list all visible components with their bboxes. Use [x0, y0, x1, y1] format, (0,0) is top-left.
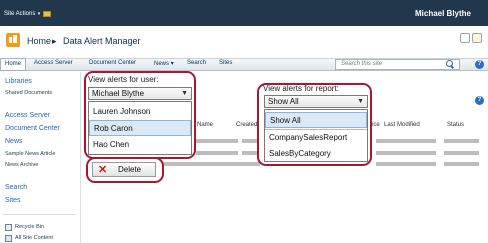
report-option-company-sales-report[interactable]: CompanySalesReport [265, 129, 367, 145]
quick-launch-divider [80, 72, 81, 243]
table-row-placeholder [196, 151, 238, 155]
report-select[interactable]: Show All ▼ [264, 95, 368, 108]
ql-shared-documents[interactable]: Shared Documents [5, 90, 52, 96]
top-nav-home[interactable]: Home [0, 58, 26, 71]
chevron-down-icon: ▾ [36, 11, 41, 17]
table-row-placeholder [376, 151, 436, 155]
navigate-up-folder-icon[interactable] [43, 11, 51, 17]
top-nav-search[interactable]: Search [187, 60, 206, 66]
ql-recycle-bin[interactable]: Recycle Bin [15, 224, 44, 230]
ql-access-server[interactable]: Access Server [5, 112, 50, 119]
top-nav-home-label: Home [5, 61, 22, 67]
site-actions-label: Site Actions [4, 11, 36, 17]
top-nav-document-center[interactable]: Document Center [89, 60, 136, 66]
top-nav-news-label: News [154, 61, 170, 67]
table-row-placeholder [376, 162, 436, 166]
table-row-placeholder [160, 162, 260, 166]
top-nav-access-server[interactable]: Access Server [34, 60, 73, 66]
tags-notes-icon[interactable] [472, 33, 482, 43]
search-input[interactable]: Search this site [335, 59, 460, 70]
user-option-label: Lauren Johnson [93, 107, 151, 116]
table-row-placeholder [444, 162, 479, 166]
user-menu[interactable]: Michael Blythe [415, 9, 471, 18]
table-row-placeholder [444, 139, 479, 143]
recycle-bin-icon [5, 224, 12, 231]
search-placeholder: Search this site [341, 61, 383, 67]
page-help-icon[interactable]: ? [475, 96, 484, 105]
ql-search[interactable]: Search [5, 184, 27, 191]
user-option-lauren-johnson[interactable]: Lauren Johnson [89, 104, 191, 120]
report-option-show-all[interactable]: Show All [265, 112, 367, 128]
user-dropdown-list: Lauren Johnson Rob Caron Hao Chen [88, 101, 192, 155]
ql-divider [3, 214, 75, 215]
user-option-label: Hao Chen [93, 140, 130, 149]
i-like-it-icon[interactable] [460, 33, 470, 43]
user-select[interactable]: Michael Blythe ▼ [88, 87, 192, 100]
search-icon[interactable] [445, 60, 455, 69]
all-site-content-icon [5, 235, 12, 242]
delete-icon: ✕ [98, 164, 108, 176]
top-nav-news[interactable]: News ▾ [154, 60, 174, 67]
report-dropdown-list: Show All CompanySalesReport SalesByCateg… [264, 109, 368, 162]
report-option-label: Show All [270, 116, 301, 125]
delete-button-label: Delete [118, 165, 142, 174]
help-icon[interactable]: ? [475, 60, 484, 69]
ql-all-site-content[interactable]: All Site Content [15, 235, 53, 241]
dropdown-arrow-icon: ▼ [181, 90, 188, 97]
report-option-sales-by-category[interactable]: SalesByCategory [265, 146, 367, 162]
report-filter-label: View alerts for report: [263, 84, 339, 93]
site-logo-icon[interactable] [6, 33, 20, 47]
column-header-status[interactable]: Status [447, 122, 464, 128]
ql-sites[interactable]: Sites [5, 197, 21, 204]
ql-sample-news-article[interactable]: Sample News Article [5, 151, 55, 157]
breadcrumb-home[interactable]: Home [27, 36, 51, 46]
user-option-rob-caron[interactable]: Rob Caron [89, 120, 191, 136]
ql-news[interactable]: News [5, 138, 23, 145]
report-select-value: Show All [268, 97, 299, 106]
ribbon: Site Actions ▾ Michael Blythe [0, 0, 488, 26]
user-name: Michael Blythe [414, 9, 471, 18]
column-header-name[interactable]: Name [197, 122, 213, 128]
user-option-label: Rob Caron [94, 124, 133, 133]
top-nav-sites[interactable]: Sites [219, 60, 232, 66]
ql-document-center[interactable]: Document Center [5, 125, 60, 132]
user-option-hao-chen[interactable]: Hao Chen [89, 137, 191, 153]
chevron-down-icon: ▾ [170, 61, 174, 67]
user-filter-label: View alerts for user: [88, 75, 159, 84]
site-actions-menu[interactable]: Site Actions ▾ [4, 11, 40, 17]
ql-news-archive[interactable]: News Archive [5, 162, 38, 168]
delete-button[interactable]: ✕ Delete [92, 162, 156, 177]
table-row-placeholder [376, 139, 436, 143]
dropdown-arrow-icon: ▼ [357, 98, 364, 105]
breadcrumb-separator-icon: ▸ [52, 36, 57, 46]
ql-libraries[interactable]: Libraries [5, 78, 32, 85]
table-row-placeholder [444, 151, 479, 155]
column-header-last-modified[interactable]: Last Modified [384, 122, 420, 128]
report-option-label: SalesByCategory [269, 149, 331, 158]
page-title: Data Alert Manager [63, 36, 141, 46]
user-select-value: Michael Blythe [92, 89, 145, 98]
column-header-created[interactable]: Created [236, 122, 257, 128]
table-row-placeholder [196, 139, 238, 143]
report-option-label: CompanySalesReport [269, 133, 348, 142]
